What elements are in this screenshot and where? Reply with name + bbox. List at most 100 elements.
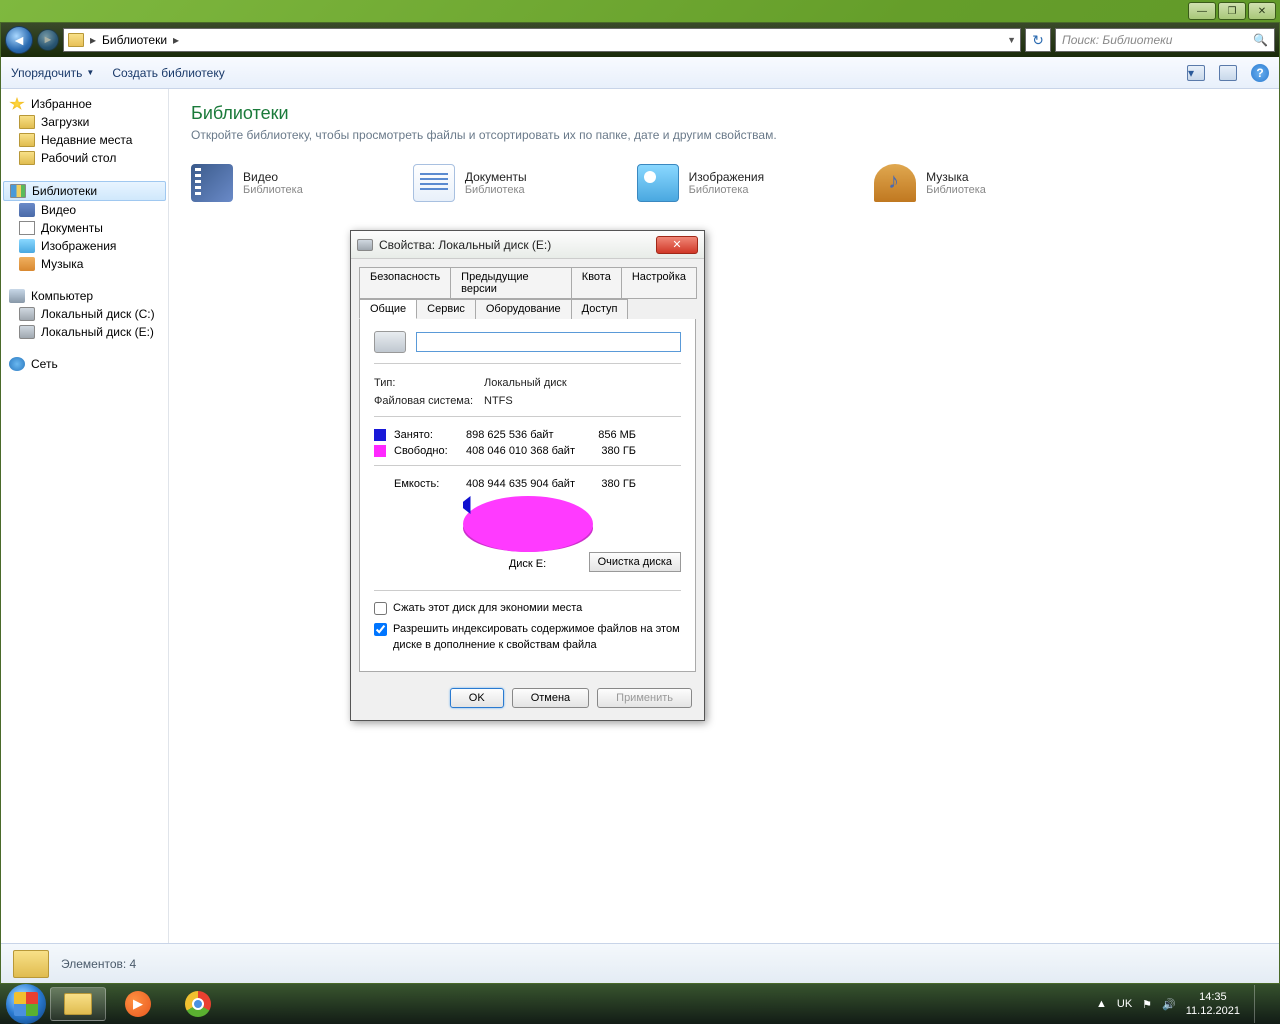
- language-indicator[interactable]: UK: [1117, 998, 1132, 1010]
- sidebar-recent[interactable]: Недавние места: [1, 131, 168, 149]
- type-value: Локальный диск: [484, 377, 681, 389]
- address-dropdown-icon[interactable]: ▼: [1007, 35, 1016, 45]
- tab-quota[interactable]: Квота: [571, 267, 622, 299]
- music-icon: [19, 257, 35, 271]
- help-button[interactable]: ?: [1251, 64, 1269, 82]
- apply-button[interactable]: Применить: [597, 688, 692, 708]
- tab-previous-versions[interactable]: Предыдущие версии: [450, 267, 572, 299]
- folder-icon: [19, 151, 35, 165]
- minimize-button[interactable]: —: [1188, 2, 1216, 20]
- video-icon: [19, 203, 35, 217]
- cancel-button[interactable]: Отмена: [512, 688, 589, 708]
- tab-security[interactable]: Безопасность: [359, 267, 451, 299]
- sidebar-drive-c[interactable]: Локальный диск (C:): [1, 305, 168, 323]
- volume-icon[interactable]: 🔊: [1162, 998, 1176, 1011]
- back-button[interactable]: ◄: [5, 26, 33, 54]
- folder-icon: [68, 33, 84, 47]
- preview-pane-button[interactable]: [1219, 65, 1237, 81]
- taskbar-media-player[interactable]: ▶: [110, 987, 166, 1021]
- library-pictures[interactable]: ИзображенияБиблиотека: [637, 164, 764, 202]
- sidebar-desktop[interactable]: Рабочий стол: [1, 149, 168, 167]
- used-label: Занято:: [394, 429, 466, 441]
- clock[interactable]: 14:35 11.12.2021: [1186, 990, 1240, 1019]
- page-title: Библиотеки: [191, 103, 1257, 124]
- sidebar-videos[interactable]: Видео: [1, 201, 168, 219]
- drive-icon: [357, 239, 373, 251]
- computer-icon: [9, 289, 25, 303]
- folder-icon: [19, 115, 35, 129]
- compress-checkbox[interactable]: [374, 602, 387, 615]
- drive-label-input[interactable]: [416, 332, 681, 352]
- action-center-icon[interactable]: ⚑: [1142, 998, 1152, 1011]
- compress-checkbox-row[interactable]: Сжать этот диск для экономии места: [374, 601, 681, 616]
- capacity-label: Емкость:: [394, 478, 466, 490]
- filesystem-value: NTFS: [484, 395, 681, 407]
- chrome-icon: [185, 991, 211, 1017]
- sidebar-drive-e[interactable]: Локальный диск (E:): [1, 323, 168, 341]
- filesystem-label: Файловая система:: [374, 395, 484, 407]
- new-library-button[interactable]: Создать библиотеку: [112, 66, 224, 80]
- show-desktop-button[interactable]: [1254, 985, 1266, 1023]
- item-count: Элементов: 4: [61, 957, 136, 971]
- tab-general[interactable]: Общие: [359, 299, 417, 319]
- close-button[interactable]: ✕: [1248, 2, 1276, 20]
- sidebar-music[interactable]: Музыка: [1, 255, 168, 273]
- navigation-pane: Избранное Загрузки Недавние места Рабочи…: [1, 89, 169, 943]
- drive-icon: [374, 331, 406, 353]
- sidebar-downloads[interactable]: Загрузки: [1, 113, 168, 131]
- type-label: Тип:: [374, 377, 484, 389]
- capacity-size: 380 ГБ: [586, 478, 636, 490]
- free-label: Свободно:: [394, 445, 466, 457]
- tab-customize[interactable]: Настройка: [621, 267, 697, 299]
- search-placeholder: Поиск: Библиотеки: [1062, 33, 1172, 47]
- command-bar: Упорядочить▼ Создать библиотеку ▾ ?: [1, 57, 1279, 89]
- dialog-title: Свойства: Локальный диск (E:): [379, 238, 551, 252]
- page-subtitle: Откройте библиотеку, чтобы просмотреть ф…: [191, 128, 1257, 142]
- explorer-icon: [64, 993, 92, 1015]
- library-music[interactable]: МузыкаБиблиотека: [874, 164, 986, 202]
- sidebar-pictures[interactable]: Изображения: [1, 237, 168, 255]
- taskbar-explorer[interactable]: [50, 987, 106, 1021]
- breadcrumb-sep: ▸: [173, 33, 179, 47]
- disk-chart-label: Диск E:: [509, 558, 546, 570]
- pie-chart: [463, 504, 593, 552]
- tab-sharing[interactable]: Доступ: [571, 299, 629, 319]
- forward-button[interactable]: ►: [37, 29, 59, 51]
- breadcrumb-item[interactable]: Библиотеки: [102, 33, 167, 47]
- disk-cleanup-button[interactable]: Очистка диска: [589, 552, 681, 572]
- libraries-icon: [10, 184, 26, 198]
- index-checkbox-row[interactable]: Разрешить индексировать содержимое файло…: [374, 622, 681, 653]
- tray-arrow-icon[interactable]: ▲: [1096, 998, 1107, 1010]
- favorites-group[interactable]: Избранное: [1, 95, 168, 113]
- view-options-button[interactable]: ▾: [1187, 65, 1205, 81]
- refresh-button[interactable]: ↻: [1025, 28, 1051, 52]
- index-checkbox[interactable]: [374, 623, 387, 636]
- start-button[interactable]: [6, 984, 46, 1024]
- search-input[interactable]: Поиск: Библиотеки 🔍: [1055, 28, 1275, 52]
- network-icon: [9, 357, 25, 371]
- free-color-swatch: [374, 445, 386, 457]
- tab-hardware[interactable]: Оборудование: [475, 299, 572, 319]
- libraries-group[interactable]: Библиотеки: [3, 181, 166, 201]
- library-videos[interactable]: ВидеоБиблиотека: [191, 164, 303, 202]
- taskbar-chrome[interactable]: [170, 987, 226, 1021]
- window-controls: — ❐ ✕: [1188, 2, 1276, 20]
- network-group[interactable]: Сеть: [1, 355, 168, 373]
- navigation-bar: ◄ ► ▸ Библиотеки ▸ ▼ ↻ Поиск: Библиотеки…: [1, 23, 1279, 57]
- libraries-icon: [13, 950, 49, 978]
- computer-group[interactable]: Компьютер: [1, 287, 168, 305]
- address-bar[interactable]: ▸ Библиотеки ▸ ▼: [63, 28, 1021, 52]
- search-icon: 🔍: [1253, 33, 1268, 47]
- video-library-icon: [191, 164, 233, 202]
- dialog-titlebar[interactable]: Свойства: Локальный диск (E:) ✕: [351, 231, 704, 259]
- maximize-button[interactable]: ❐: [1218, 2, 1246, 20]
- library-documents[interactable]: ДокументыБиблиотека: [413, 164, 527, 202]
- system-tray: ▲ UK ⚑ 🔊 14:35 11.12.2021: [1096, 985, 1274, 1023]
- ok-button[interactable]: OK: [450, 688, 504, 708]
- dialog-close-button[interactable]: ✕: [656, 236, 698, 254]
- tab-tools[interactable]: Сервис: [416, 299, 476, 319]
- music-library-icon: [874, 164, 916, 202]
- organize-menu[interactable]: Упорядочить▼: [11, 66, 94, 80]
- media-player-icon: ▶: [125, 991, 151, 1017]
- sidebar-documents[interactable]: Документы: [1, 219, 168, 237]
